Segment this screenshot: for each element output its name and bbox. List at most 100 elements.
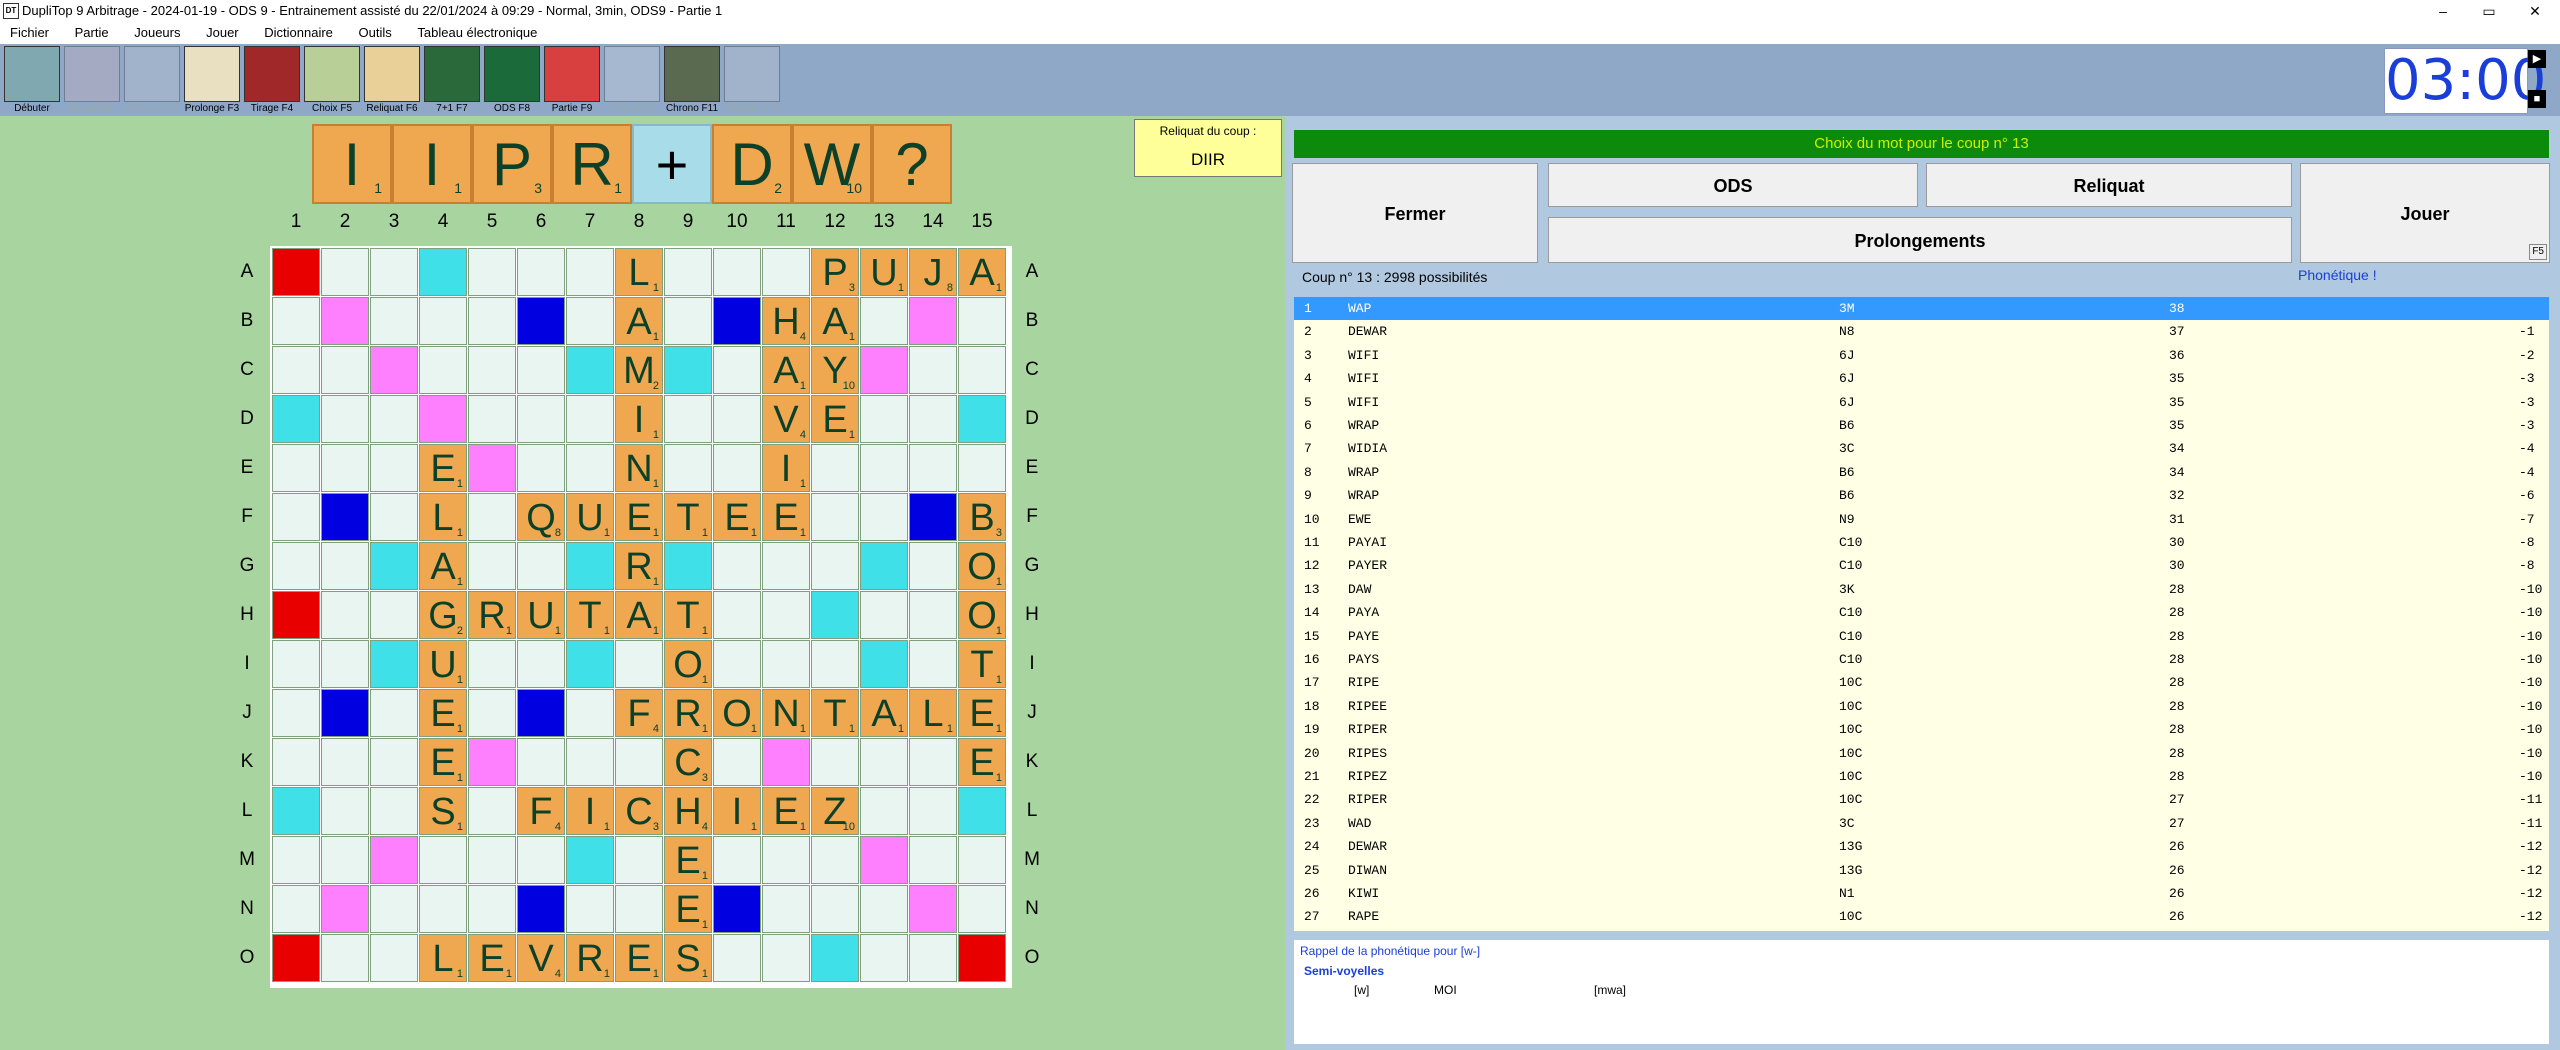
board-tile[interactable]: E1 xyxy=(419,444,467,492)
board-cell[interactable] xyxy=(958,934,1006,982)
board-cell[interactable] xyxy=(272,493,320,541)
board-tile[interactable]: V4 xyxy=(762,395,810,443)
board-cell[interactable] xyxy=(517,346,565,394)
board-tile[interactable]: I1 xyxy=(566,787,614,835)
board-cell[interactable] xyxy=(321,444,369,492)
board-cell[interactable] xyxy=(811,836,859,884)
board-tile[interactable]: F4 xyxy=(615,689,663,737)
board-cell[interactable] xyxy=(860,297,908,345)
board-tile[interactable]: E1 xyxy=(664,885,712,933)
board-cell[interactable] xyxy=(272,297,320,345)
move-row[interactable]: 20 RIPES 10C 28 -10 xyxy=(1294,742,2549,765)
move-row[interactable]: 13 DAW 3K 28 -10 xyxy=(1294,578,2549,601)
rack-tile[interactable]: P3 xyxy=(472,124,552,204)
move-row[interactable]: 6 WRAP B6 35 -3 xyxy=(1294,414,2549,437)
toolbar-button-5[interactable]: Choix F5 xyxy=(302,44,362,116)
board-cell[interactable] xyxy=(664,444,712,492)
board-cell[interactable] xyxy=(762,640,810,688)
board-tile[interactable]: T1 xyxy=(811,689,859,737)
board-cell[interactable] xyxy=(860,444,908,492)
board-cell[interactable] xyxy=(321,738,369,786)
board-cell[interactable] xyxy=(517,542,565,590)
board-cell[interactable] xyxy=(566,395,614,443)
board-tile[interactable]: A1 xyxy=(615,297,663,345)
move-row[interactable]: 4 WIFI 6J 35 -3 xyxy=(1294,367,2549,390)
board-cell[interactable] xyxy=(370,542,418,590)
board-cell[interactable] xyxy=(860,346,908,394)
phonetique-link[interactable]: Phonétique ! xyxy=(2298,267,2377,283)
board-cell[interactable] xyxy=(909,787,957,835)
board-tile[interactable]: A1 xyxy=(615,591,663,639)
board-cell[interactable] xyxy=(909,934,957,982)
board-cell[interactable] xyxy=(958,444,1006,492)
board-cell[interactable] xyxy=(811,591,859,639)
board-cell[interactable] xyxy=(321,346,369,394)
board-cell[interactable] xyxy=(762,836,810,884)
board-cell[interactable] xyxy=(468,297,516,345)
board-cell[interactable] xyxy=(419,297,467,345)
board-tile[interactable]: E1 xyxy=(419,738,467,786)
board-tile[interactable]: E1 xyxy=(762,493,810,541)
board-cell[interactable] xyxy=(272,346,320,394)
move-row[interactable]: 9 WRAP B6 32 -6 xyxy=(1294,484,2549,507)
board-cell[interactable] xyxy=(468,248,516,296)
board-cell[interactable] xyxy=(566,836,614,884)
board-cell[interactable] xyxy=(909,885,957,933)
board-tile[interactable]: I1 xyxy=(615,395,663,443)
board-tile[interactable]: T1 xyxy=(664,493,712,541)
board-cell[interactable] xyxy=(321,248,369,296)
board-cell[interactable] xyxy=(468,640,516,688)
board-tile[interactable]: T1 xyxy=(958,640,1006,688)
board-cell[interactable] xyxy=(860,395,908,443)
board-tile[interactable]: R1 xyxy=(468,591,516,639)
board-cell[interactable] xyxy=(958,885,1006,933)
board-cell[interactable] xyxy=(615,738,663,786)
board-cell[interactable] xyxy=(321,836,369,884)
board-cell[interactable] xyxy=(370,444,418,492)
move-row[interactable]: 5 WIFI 6J 35 -3 xyxy=(1294,391,2549,414)
move-row[interactable]: 8 WRAP B6 34 -4 xyxy=(1294,461,2549,484)
board-cell[interactable] xyxy=(811,885,859,933)
board-cell[interactable] xyxy=(762,542,810,590)
board-cell[interactable] xyxy=(468,444,516,492)
board-cell[interactable] xyxy=(909,444,957,492)
board-tile[interactable]: B3 xyxy=(958,493,1006,541)
toolbar-button-0[interactable]: Débuter xyxy=(2,44,62,116)
board-tile[interactable]: E1 xyxy=(811,395,859,443)
board-cell[interactable] xyxy=(419,395,467,443)
board-cell[interactable] xyxy=(566,444,614,492)
board-cell[interactable] xyxy=(615,836,663,884)
board-tile[interactable]: O1 xyxy=(958,542,1006,590)
board-cell[interactable] xyxy=(468,885,516,933)
move-row[interactable]: 3 WIFI 6J 36 -2 xyxy=(1294,344,2549,367)
rack-tile[interactable]: R1 xyxy=(552,124,632,204)
board-cell[interactable] xyxy=(860,542,908,590)
board-tile[interactable]: R1 xyxy=(664,689,712,737)
board-tile[interactable]: E1 xyxy=(762,787,810,835)
board-cell[interactable] xyxy=(860,885,908,933)
board-tile[interactable]: A1 xyxy=(762,346,810,394)
board-cell[interactable] xyxy=(566,738,614,786)
board-tile[interactable]: V4 xyxy=(517,934,565,982)
board-cell[interactable] xyxy=(860,640,908,688)
toolbar-button-4[interactable]: Tirage F4 xyxy=(242,44,302,116)
board-tile[interactable]: S1 xyxy=(419,787,467,835)
board-cell[interactable] xyxy=(468,493,516,541)
close-button[interactable]: ✕ xyxy=(2512,0,2558,22)
board-tile[interactable]: I1 xyxy=(762,444,810,492)
board-cell[interactable] xyxy=(909,493,957,541)
board-tile[interactable]: E1 xyxy=(958,738,1006,786)
move-row[interactable]: 1 WAP 3M 38 xyxy=(1294,297,2549,321)
board-cell[interactable] xyxy=(272,738,320,786)
board-cell[interactable] xyxy=(909,297,957,345)
board-tile[interactable]: H4 xyxy=(762,297,810,345)
board-cell[interactable] xyxy=(958,787,1006,835)
move-row[interactable]: 10 EWE N9 31 -7 xyxy=(1294,508,2549,531)
board-cell[interactable] xyxy=(321,934,369,982)
board-cell[interactable] xyxy=(664,395,712,443)
board-cell[interactable] xyxy=(811,444,859,492)
board-cell[interactable] xyxy=(468,836,516,884)
board-cell[interactable] xyxy=(664,248,712,296)
board-cell[interactable] xyxy=(860,493,908,541)
board-cell[interactable] xyxy=(321,885,369,933)
